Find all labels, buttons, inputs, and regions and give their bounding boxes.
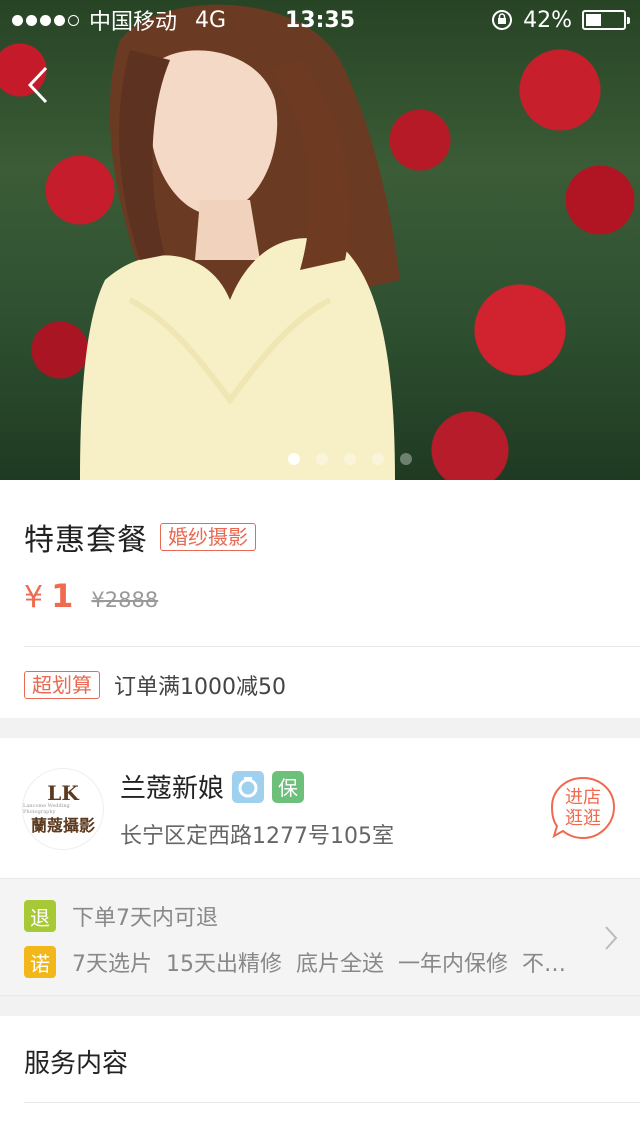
guarantee-badge: 保 xyxy=(272,770,305,803)
current-price: ¥1 xyxy=(24,577,73,615)
shop-name: 兰蔻新娘 xyxy=(120,774,225,804)
refund-policy-row: 退 下单7天内可退 xyxy=(24,900,218,932)
hero-image-carousel[interactable]: 中国移动 4G 13:35 42% xyxy=(0,0,640,480)
back-button[interactable] xyxy=(18,60,58,110)
status-time: 13:35 xyxy=(284,7,356,33)
promo-row: 超划算 订单满1000减50 xyxy=(24,669,286,701)
visit-store-line1: 进店 xyxy=(565,787,601,808)
logo-chinese-name: 蘭蔻攝影 xyxy=(30,816,95,835)
carousel-dot[interactable] xyxy=(372,453,384,465)
refund-text: 下单7天内可退 xyxy=(72,906,218,931)
currency-symbol: ¥ xyxy=(24,580,44,615)
divider xyxy=(24,646,640,647)
service-section: 服务内容 xyxy=(0,1016,640,1136)
original-price: ¥2888 xyxy=(91,588,159,612)
service-title: 服务内容 xyxy=(24,1049,129,1079)
status-bar: 中国移动 4G 13:35 42% xyxy=(0,0,640,40)
chevron-right-icon xyxy=(605,926,618,950)
refund-icon: 退 xyxy=(24,900,56,932)
visit-store-line2: 逛逛 xyxy=(565,808,601,829)
carrier-name: 中国移动 xyxy=(89,10,178,35)
promo-tag: 超划算 xyxy=(24,671,100,699)
promise-icon: 诺 xyxy=(24,946,56,978)
shop-logo[interactable]: LK Lancome Wedding Photography 蘭蔻攝影 xyxy=(22,768,104,850)
promo-text: 订单满1000减50 xyxy=(114,675,286,700)
product-info: 特惠套餐 婚纱摄影 ¥1 ¥2888 超划算 订单满1000减50 xyxy=(0,480,640,718)
battery-icon xyxy=(582,10,630,30)
chevron-left-icon xyxy=(27,66,48,104)
promise-text: 7天选片 15天出精修 底片全送 一年内保修 不… xyxy=(72,952,566,977)
diamond-badge-icon xyxy=(232,770,265,803)
shop-card[interactable]: LK Lancome Wedding Photography 蘭蔻攝影 兰蔻新娘… xyxy=(0,738,640,878)
logo-subtitle: Lancome Wedding Photography xyxy=(23,803,70,815)
product-title: 特惠套餐 xyxy=(24,523,148,558)
carousel-dot[interactable] xyxy=(344,453,356,465)
category-tag: 婚纱摄影 xyxy=(160,523,256,551)
battery-percent: 42% xyxy=(523,7,572,33)
signal-strength-icon xyxy=(12,14,79,26)
visit-store-button[interactable]: 进店 逛逛 xyxy=(550,776,616,842)
promise-row: 诺 7天选片 15天出精修 底片全送 一年内保修 不… xyxy=(24,946,566,978)
carousel-dot[interactable] xyxy=(316,453,328,465)
carousel-dot[interactable] xyxy=(288,453,300,465)
price-row: ¥1 ¥2888 xyxy=(24,577,158,615)
network-type: 4G xyxy=(195,7,227,33)
carousel-indicator xyxy=(0,453,640,465)
hero-photo xyxy=(80,4,401,480)
divider xyxy=(24,1102,640,1103)
price-value: 1 xyxy=(51,577,74,615)
logo-monogram: LK xyxy=(47,781,79,805)
shop-address: 长宁区定西路1277号105室 xyxy=(120,824,394,849)
carousel-dot[interactable] xyxy=(400,453,412,465)
rotation-lock-icon xyxy=(492,10,513,30)
guarantee-section[interactable]: 退 下单7天内可退 诺 7天选片 15天出精修 底片全送 一年内保修 不… xyxy=(0,878,640,996)
